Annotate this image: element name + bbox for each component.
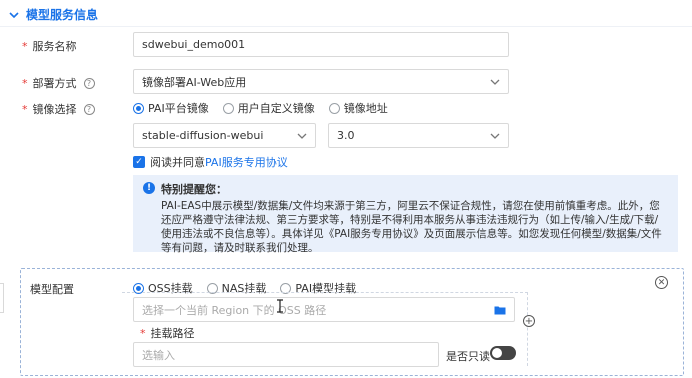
- image-source-radio-group: PAI平台镜像 用户自定义镜像 镜像地址: [133, 100, 388, 116]
- help-icon[interactable]: ?: [83, 77, 95, 89]
- close-icon[interactable]: ✕: [655, 276, 668, 289]
- radio-image-url[interactable]: 镜像地址: [328, 100, 388, 116]
- section-header[interactable]: 模型服务信息: [8, 6, 98, 23]
- chevron-down-icon[interactable]: [8, 9, 20, 21]
- readonly-label: 是否只读: [446, 350, 490, 363]
- deploy-mode-select[interactable]: 镜像部署AI-Web应用: [133, 69, 509, 94]
- info-icon: !: [143, 182, 155, 194]
- notice-box: ! 特别提醒您： PAI-EAS中展示模型/数据集/文件均来源于第三方，阿里云不…: [133, 175, 678, 254]
- radio-pai-image[interactable]: PAI平台镜像: [133, 100, 209, 116]
- caret-down-icon: [490, 133, 500, 139]
- mount-path-input[interactable]: 选输入: [133, 342, 439, 367]
- plus-icon[interactable]: +: [523, 315, 535, 327]
- folder-icon[interactable]: [494, 305, 506, 315]
- image-name-select[interactable]: stable-diffusion-webui: [133, 123, 316, 148]
- image-select-label: * 镜像选择 ?: [22, 101, 95, 117]
- caret-down-icon: [490, 79, 500, 85]
- divider: [0, 26, 692, 27]
- service-name-label: * 服务名称: [22, 39, 77, 54]
- oss-path-input[interactable]: 选择一个当前 Region 下的 OSS 路径: [133, 297, 515, 322]
- readonly-toggle[interactable]: [490, 346, 516, 360]
- agreement-row: ✓ 阅读并同意 PAI服务专用协议: [133, 154, 288, 170]
- model-config-label: 模型配置: [30, 283, 74, 296]
- radio-custom-image[interactable]: 用户自定义镜像: [222, 100, 315, 116]
- deploy-mode-label: * 部署方式 ?: [22, 75, 95, 91]
- mount-path-label: * 挂载路径: [140, 326, 195, 341]
- caret-down-icon: [297, 133, 307, 139]
- agreement-checkbox[interactable]: ✓: [133, 156, 145, 168]
- scroll-stub: [0, 283, 4, 313]
- notice-title: 特别提醒您：: [161, 183, 227, 196]
- image-version-select[interactable]: 3.0: [328, 123, 509, 148]
- service-name-input[interactable]: sdwebui_demo001: [133, 32, 509, 57]
- text-cursor-icon: [277, 299, 283, 313]
- help-icon[interactable]: ?: [83, 103, 95, 115]
- section-title: 模型服务信息: [26, 8, 99, 22]
- notice-body: PAI-EAS中展示模型/数据集/文件均来源于第三方，阿里云不保证合规性，请您在…: [161, 200, 662, 254]
- agreement-link[interactable]: PAI服务专用协议: [205, 154, 288, 170]
